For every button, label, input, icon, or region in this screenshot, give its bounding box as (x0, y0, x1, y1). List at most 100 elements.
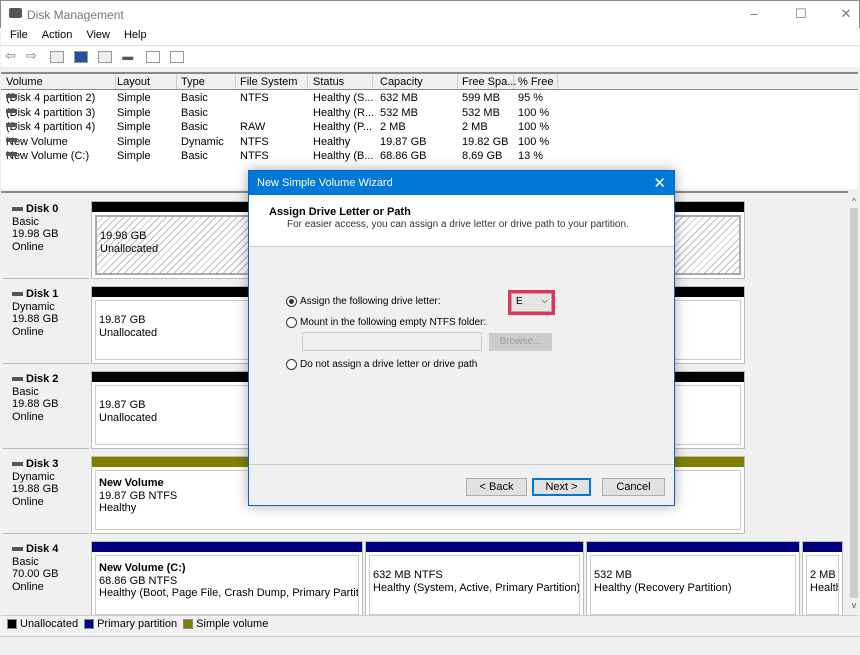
col-capacity[interactable]: Capacity (380, 75, 458, 89)
menu-view[interactable]: View (86, 29, 110, 41)
cell-text: 100 % (518, 106, 550, 119)
drive-icon (6, 123, 17, 127)
partition-size: 19.87 GB NTFS (99, 489, 178, 502)
cell-text: 532 MB (380, 106, 418, 119)
cell-text: 8.69 GB (462, 150, 503, 162)
table-row[interactable]: New Volume (C:) Simple Basic NTFS Healthy (B… (1, 148, 858, 163)
drive-icon (6, 94, 17, 98)
cell: Simple (117, 107, 151, 119)
partition[interactable]: New Volume (C:) 68.86 GB NTFS Healthy (Boo… (91, 541, 363, 619)
cell: 68.86 GB (380, 150, 426, 162)
back-button[interactable]: < Back (466, 478, 527, 496)
disk-label[interactable]: Disk 0 Basic 19.98 GB Online (3, 197, 89, 279)
partition-title: New Volume (99, 477, 164, 489)
next-button[interactable]: Next > (532, 478, 591, 496)
scrollbar[interactable]: ^ v (848, 196, 860, 614)
col-file-system[interactable]: File System (240, 75, 308, 89)
col-layout[interactable]: Layout (117, 75, 177, 89)
cell: Dynamic (181, 136, 224, 148)
partition-bar (803, 542, 842, 552)
disk-name: Disk 2 (26, 373, 59, 385)
menu-help[interactable]: Help (124, 29, 147, 41)
help-icon[interactable] (74, 51, 89, 63)
cell-text: Basic (181, 150, 208, 162)
drive-icon (6, 137, 17, 142)
disk-label[interactable]: Disk 4 Basic 70.00 GB Online (3, 537, 89, 619)
partition[interactable]: 632 MB NTFS Healthy (System, Active, Prim… (365, 541, 584, 619)
close-button[interactable]: ✕ (836, 6, 856, 22)
maximize-button[interactable]: ☐ (791, 6, 811, 22)
menu-action[interactable]: Action (42, 29, 73, 41)
disk-label[interactable]: Disk 2 Basic 19.88 GB Online (3, 367, 89, 449)
forward-icon[interactable]: ⇨ (26, 48, 40, 63)
check-icon[interactable] (146, 51, 161, 63)
console-tree-icon[interactable] (50, 51, 65, 63)
partition[interactable]: 532 MB Healthy (Recovery Partition) (586, 541, 800, 619)
column-headers: Volume Layout Type File System Status Ca… (1, 74, 858, 90)
cell: Simple (117, 92, 151, 104)
dialog-header: Assign Drive Letter or Path For easier a… (249, 195, 674, 247)
drive-letter-highlight: E ⌵ (508, 290, 555, 315)
radio-selected-icon[interactable] (286, 296, 297, 307)
cell: 100 % (518, 136, 549, 148)
disk-label[interactable]: Disk 3 Dynamic 19.88 GB Online (3, 452, 89, 534)
legend-swatch (84, 619, 95, 630)
table-row[interactable]: New Volume Simple Dynamic NTFS Healthy 19.87 … (1, 134, 858, 149)
col-status[interactable]: Status (313, 75, 373, 89)
col-type[interactable]: Type (181, 75, 236, 89)
partition-status: Healthy (System, Active, Primary Partiti… (373, 581, 580, 594)
table-row[interactable]: (Disk 4 partition 2) Simple Basic NTFS Healt… (1, 90, 858, 105)
disk-label[interactable]: Disk 1 Dynamic 19.88 GB Online (3, 282, 89, 364)
table-row[interactable]: (Disk 4 partition 3) Simple Basic Healthy (… (1, 105, 858, 120)
radio-mount-folder[interactable]: Mount in the following empty NTFS folder… (286, 317, 486, 328)
action-pane-icon[interactable] (98, 51, 113, 63)
partition-bar (92, 542, 362, 552)
col-free-space[interactable]: Free Spa... (462, 75, 516, 89)
cell-text: Simple (117, 135, 151, 148)
disk-name: Disk 1 (26, 288, 59, 300)
disk-type: Basic (12, 215, 39, 228)
divider (249, 464, 674, 465)
disk-state: Online (12, 241, 44, 254)
cancel-button[interactable]: Cancel (602, 478, 665, 496)
cell: 100 % (518, 107, 549, 119)
radio-none-label: Do not assign a drive letter or drive pa… (300, 359, 478, 371)
cell-text: NTFS (240, 92, 269, 104)
cell: 95 % (518, 92, 543, 104)
disk-size: 19.88 GB (12, 483, 59, 496)
rescan-icon[interactable]: ▬ (122, 51, 136, 63)
disk-type: Dynamic (12, 300, 55, 313)
disk-icon (12, 377, 23, 382)
minimize-button[interactable]: – (744, 6, 764, 21)
browse-button[interactable]: Browse... (489, 333, 552, 351)
radio-unselected-icon[interactable] (286, 359, 297, 370)
scrollbar-thumb[interactable] (850, 208, 858, 598)
chevron-down-icon: ⌵ (541, 295, 548, 305)
dialog-close-icon[interactable]: ✕ (653, 174, 666, 192)
back-icon[interactable]: ⇦ (5, 48, 19, 63)
radio-no-letter[interactable]: Do not assign a drive letter or drive pa… (286, 359, 477, 370)
cell: 8.69 GB (462, 150, 502, 162)
col-percent-free[interactable]: % Free (518, 75, 558, 89)
cell-text: 2 MB (462, 121, 488, 133)
dialog-title: New Simple Volume Wizard (249, 171, 674, 195)
cell: 599 MB (462, 92, 500, 104)
properties-icon[interactable] (170, 51, 185, 63)
partition-size: 19.98 GB (100, 230, 147, 242)
col-volume[interactable]: Volume (6, 75, 116, 89)
menu-file[interactable]: File (10, 29, 28, 41)
disk-name: Disk 3 (26, 458, 59, 470)
table-row[interactable]: (Disk 4 partition 4) Simple Basic RAW Health… (1, 119, 858, 134)
drive-letter-select[interactable]: E ⌵ (511, 293, 552, 312)
cell-text: (Disk 4 partition 3) (6, 106, 96, 119)
cell-text: Simple (117, 121, 151, 133)
folder-path-input[interactable] (302, 332, 482, 351)
radio-unselected-icon[interactable] (286, 317, 297, 328)
cell-text: NTFS (240, 135, 269, 148)
partition-bar (587, 542, 799, 552)
radio-assign-letter[interactable]: Assign the following drive letter: (286, 296, 441, 307)
disk-size: 19.98 GB (12, 228, 59, 241)
window-title: Disk Management (27, 8, 124, 22)
partition-status: Unallocated (99, 326, 158, 339)
partition[interactable]: 2 MBHealthl (802, 541, 843, 619)
